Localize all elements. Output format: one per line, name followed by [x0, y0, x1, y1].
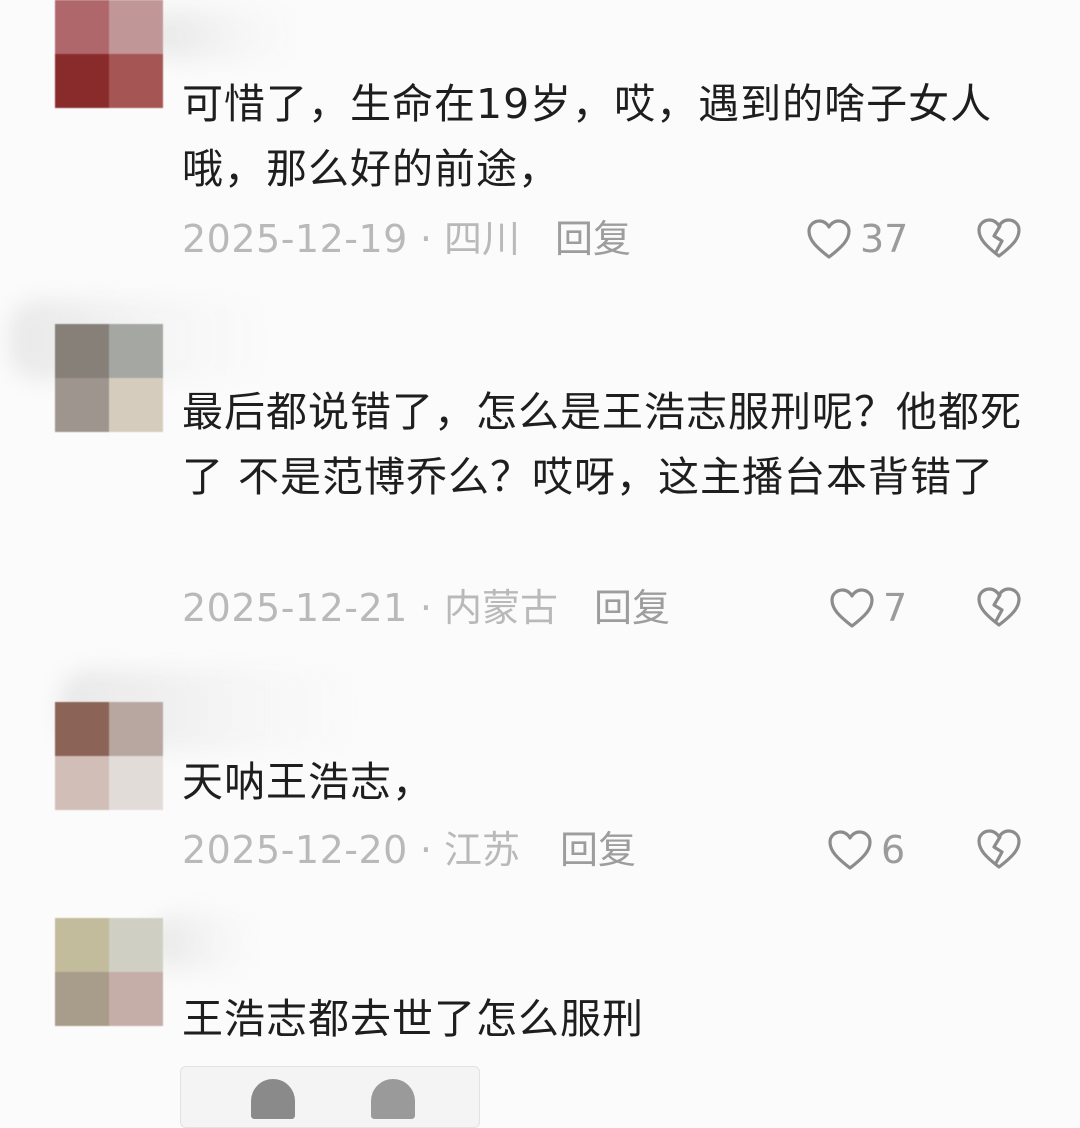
like-button[interactable]: 7 [829, 583, 907, 633]
avatar-pixel [109, 324, 163, 378]
avatar-pixel [55, 918, 109, 972]
image-attachment-thumbnail[interactable] [180, 1066, 480, 1128]
avatar-pixel [55, 972, 109, 1026]
comment-meta: 2025-12-21 · 内蒙古 [182, 583, 558, 633]
like-button[interactable]: 6 [827, 825, 905, 875]
broken-heart-icon[interactable] [976, 585, 1022, 629]
comment-text: 天呐王浩志， [182, 758, 434, 806]
avatar-pixel [55, 756, 109, 810]
username-blurred [150, 915, 260, 970]
reply-button[interactable]: 回复 [594, 583, 670, 633]
reply-button[interactable]: 回复 [560, 825, 636, 875]
comment-date: 2025-12-21 [182, 586, 408, 630]
avatar-pixel [109, 0, 163, 54]
heart-outline-icon [830, 588, 874, 628]
avatar-pixel [109, 702, 163, 756]
avatar[interactable] [55, 702, 163, 810]
image-content [251, 1079, 295, 1119]
image-content [371, 1079, 415, 1119]
avatar-pixel [55, 324, 109, 378]
comment-text: 可惜了，生命在19岁，哎，遇到的啥子女人哦，那么好的前途， [182, 80, 993, 193]
avatar-pixel [55, 378, 109, 432]
comment-text: 王浩志都去世了怎么服刑 [182, 995, 644, 1043]
like-count: 37 [860, 217, 909, 261]
separator-dot: · [419, 586, 432, 630]
like-count: 6 [881, 828, 906, 872]
avatar-pixel [55, 0, 109, 54]
comment-date: 2025-12-19 [182, 217, 408, 261]
username-blurred [150, 10, 300, 60]
comment-region: 江苏 [443, 828, 520, 872]
avatar-pixel [109, 378, 163, 432]
comment-region: 四川 [443, 217, 520, 261]
comment-text: 最后都说错了，怎么是王浩志服刑呢？他都死了 不是范博乔么？哎呀，这主播台本背错了 [182, 388, 1022, 501]
broken-heart-icon[interactable] [976, 216, 1022, 260]
avatar[interactable] [55, 324, 163, 432]
comment-region: 内蒙古 [443, 586, 558, 630]
avatar[interactable] [55, 918, 163, 1026]
comment-date: 2025-12-20 [182, 828, 408, 872]
avatar-pixel [109, 918, 163, 972]
broken-heart-icon[interactable] [976, 827, 1022, 871]
separator-dot: · [419, 217, 432, 261]
avatar-pixel [55, 54, 109, 108]
like-button[interactable]: 37 [806, 214, 908, 264]
comment-meta: 2025-12-19 · 四川 [182, 214, 520, 264]
separator-dot: · [419, 828, 432, 872]
avatar[interactable] [55, 0, 163, 108]
heart-outline-icon [807, 219, 851, 259]
comment-meta: 2025-12-20 · 江苏 [182, 825, 520, 875]
like-count: 7 [883, 586, 908, 630]
avatar-pixel [109, 54, 163, 108]
avatar-pixel [109, 756, 163, 810]
avatar-pixel [109, 972, 163, 1026]
avatar-pixel [55, 702, 109, 756]
reply-button[interactable]: 回复 [555, 214, 631, 264]
heart-outline-icon [828, 830, 872, 870]
